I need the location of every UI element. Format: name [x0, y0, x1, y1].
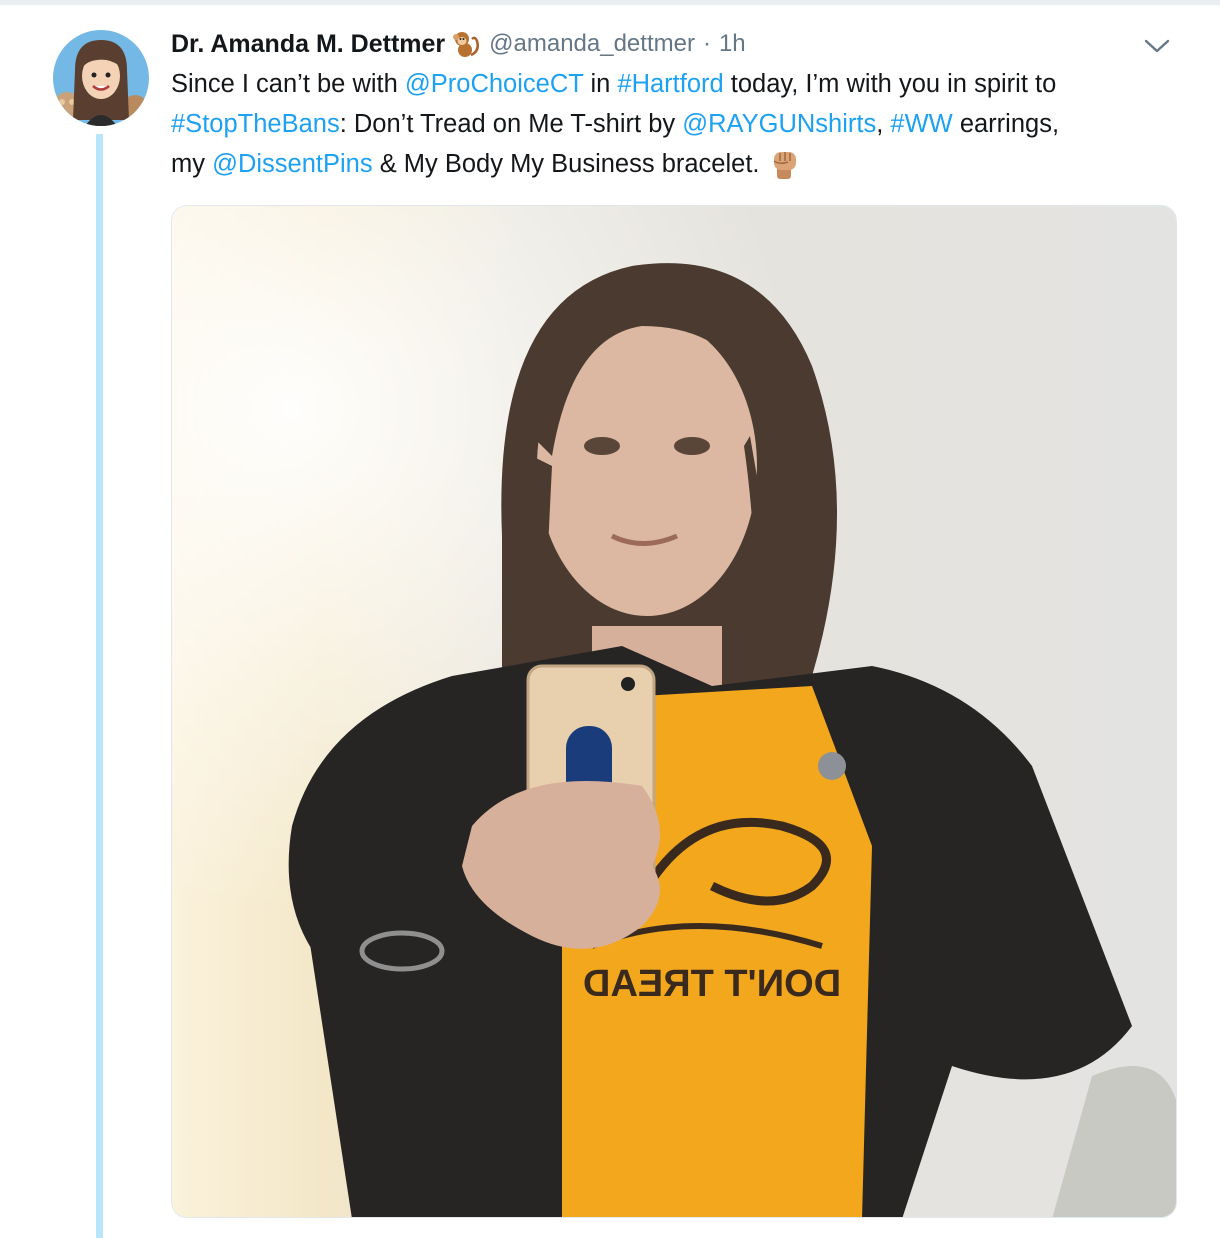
tweet-photo[interactable]: DON'T TREAD [171, 205, 1177, 1218]
text-segment: in [583, 70, 618, 98]
author-handle[interactable]: @amanda_dettmer [489, 30, 695, 58]
text-segment: & My Body My Business bracelet. [372, 150, 760, 178]
tweet-text: Since I can’t be with @ProChoiceCT in #H… [171, 64, 1181, 184]
timestamp[interactable]: 1h [719, 30, 746, 58]
chevron-down-icon[interactable] [1142, 33, 1172, 59]
hashtag-hartford-link[interactable]: #Hartford [617, 70, 723, 98]
raised-fist-icon [768, 146, 802, 192]
tweet-text-line: my @DissentPins & My Body My Business br… [171, 144, 1181, 184]
separator-dot: · [702, 30, 711, 57]
thread-line [96, 134, 103, 1238]
hashtag-stopthebans-link[interactable]: #StopTheBans [171, 110, 340, 138]
text-segment: : Don’t Tread on Me T-shirt by [339, 110, 683, 138]
text-segment: Since I can’t be with [171, 70, 405, 98]
top-divider [0, 0, 1220, 5]
tweet-text-line: #StopTheBans: Don’t Tread on Me T-shirt … [171, 104, 1181, 144]
text-segment: today, I’m with you in spirit to [723, 70, 1057, 98]
monkey-icon [451, 29, 481, 59]
mention-prochoicect-link[interactable]: @ProChoiceCT [405, 70, 583, 98]
cartoon-avatar-icon [53, 30, 149, 126]
text-segment: , [876, 110, 891, 138]
mention-raygunshirts-link[interactable]: @RAYGUNshirts [682, 110, 876, 138]
shirt-slogan: DON'T TREAD [583, 963, 841, 1005]
text-segment: my [171, 150, 213, 178]
hashtag-ww-link[interactable]: #WW [890, 110, 952, 138]
author-name[interactable]: Dr. Amanda M. Dettmer [171, 30, 445, 59]
text-segment: earrings, [952, 110, 1060, 138]
mention-dissentpins-link[interactable]: @DissentPins [212, 150, 373, 178]
tweet-header: Dr. Amanda M. Dettmer @amanda_dettmer · … [171, 26, 746, 62]
avatar[interactable] [53, 30, 149, 126]
tweet-text-line: Since I can’t be with @ProChoiceCT in #H… [171, 64, 1181, 104]
